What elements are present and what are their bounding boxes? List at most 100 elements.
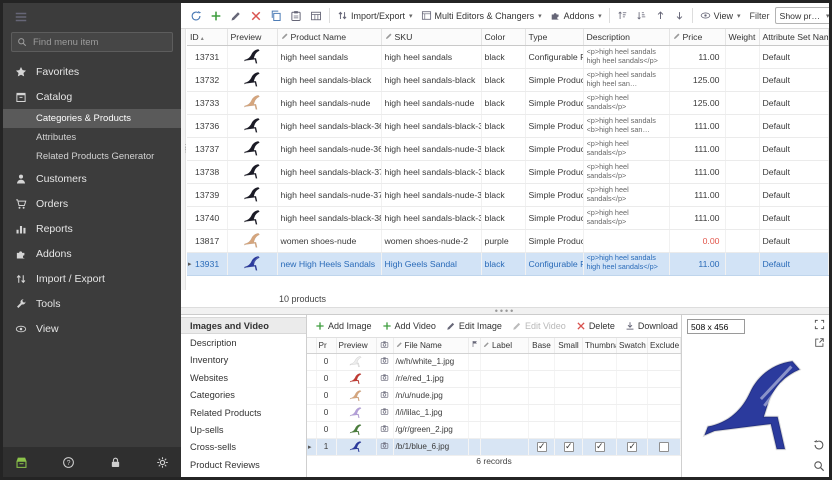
small-checkbox[interactable] (564, 442, 574, 452)
product-row-13738[interactable]: 13738high heel sandals-black-37high heel… (187, 160, 829, 183)
add-product-button[interactable] (207, 8, 225, 24)
copy-product-button[interactable] (267, 8, 285, 24)
column-header-preview[interactable]: Preview (336, 338, 376, 353)
product-row-13732[interactable]: 13732high heel sandals-blackhigh heel sa… (187, 68, 829, 91)
swatch-checkbox[interactable] (627, 442, 637, 452)
column-header-id[interactable]: ID▴ (187, 29, 227, 45)
store-icon[interactable] (15, 456, 28, 469)
product-row-13740[interactable]: 13740high heel sandals-black-38high heel… (187, 206, 829, 229)
move-down-button[interactable] (671, 8, 688, 23)
download-image-button[interactable]: Download Image (625, 321, 681, 331)
column-header-product-name[interactable]: Product Name (277, 29, 381, 45)
column-header-label[interactable]: Label (481, 338, 529, 353)
cell-type: Configurable Product (525, 45, 583, 68)
delete-button[interactable]: Delete (576, 321, 615, 331)
hamburger-menu-icon[interactable] (14, 10, 28, 24)
sort-desc-button[interactable] (633, 8, 650, 23)
sidebar-item-related-products-generator[interactable]: Related Products Generator (3, 147, 181, 166)
column-header-weight[interactable]: Weight (725, 29, 759, 45)
tab-websites[interactable]: Websites (181, 369, 306, 386)
sidebar-item-view[interactable]: View (3, 316, 181, 341)
product-row-13737[interactable]: 13737high heel sandals-nude-36high heel … (187, 137, 829, 160)
rotate-icon[interactable] (813, 439, 825, 451)
image-row-w-h-white-1-jpg[interactable]: 0/w/h/white_1.jpg (307, 353, 681, 370)
refresh-button[interactable] (187, 8, 205, 24)
column-header-attribute-set-name[interactable]: Attribute Set Name (759, 29, 829, 45)
panel-splitter[interactable]: •••• (181, 307, 829, 315)
column-header-small[interactable]: Small (555, 338, 583, 353)
columns-button[interactable] (307, 8, 325, 24)
tab-categories[interactable]: Categories (181, 387, 306, 404)
fullscreen-icon[interactable] (814, 319, 825, 330)
sidebar-item-catalog[interactable]: Catalog (3, 84, 181, 109)
sidebar-item-tools[interactable]: Tools (3, 291, 181, 316)
tab-related-products[interactable]: Related Products (181, 404, 306, 421)
column-header-base[interactable]: Base (529, 338, 555, 353)
sidebar-item-categories-products[interactable]: Categories & Products (3, 109, 181, 128)
sidebar-item-addons[interactable]: Addons (3, 241, 181, 266)
help-icon[interactable]: ? (62, 456, 75, 469)
image-row-l-i-lilac-1-jpg[interactable]: 0/l/i/lilac_1.jpg (307, 404, 681, 421)
product-row-13931[interactable]: ▸13931new High Heels SandalsHigh Geels S… (187, 252, 829, 275)
delete-product-button[interactable] (247, 8, 265, 24)
product-row-13739[interactable]: 13739high heel sandals-nude-37high heel … (187, 183, 829, 206)
tab-inventory[interactable]: Inventory (181, 352, 306, 369)
sidebar-item-attributes[interactable]: Attributes (3, 128, 181, 147)
add-image-button[interactable]: Add Image (315, 321, 372, 331)
tab-up-sells[interactable]: Up-sells (181, 421, 306, 438)
column-header-type[interactable]: Type (525, 29, 583, 45)
menu-addons[interactable]: Addons▾ (547, 8, 605, 23)
sort-asc-button[interactable] (614, 8, 631, 23)
sidebar-splitter[interactable]: ⋮⋮ (181, 29, 186, 290)
menu-search-input[interactable] (31, 36, 167, 49)
column-header-sku[interactable]: SKU (381, 29, 481, 45)
sidebar-item-customers[interactable]: Customers (3, 166, 181, 191)
product-row-13736[interactable]: 13736high heel sandals-black-36high heel… (187, 114, 829, 137)
tab-description[interactable]: Description (181, 334, 306, 351)
menu-view[interactable]: View▾ (697, 8, 744, 23)
tab-images-and-video[interactable]: Images and Video (181, 317, 306, 334)
open-external-icon[interactable] (814, 337, 825, 348)
column-header-exclude[interactable]: Exclude (648, 338, 681, 353)
gear-icon[interactable] (156, 456, 169, 469)
menu-search[interactable] (11, 32, 173, 52)
edit-image-button[interactable]: Edit Image (446, 321, 502, 331)
image-row-b-1-blue-6-jpg[interactable]: ▸1/b/1/blue_6.jpg (307, 438, 681, 455)
sidebar-item-orders[interactable]: Orders (3, 191, 181, 216)
lock-icon[interactable] (109, 456, 122, 469)
sidebar-item-favorites[interactable]: Favorites (3, 59, 181, 84)
exclude-checkbox[interactable] (659, 442, 669, 452)
thumb-checkbox[interactable] (595, 442, 605, 452)
image-row-n-u-nude-jpg[interactable]: 0/n/u/nude.jpg (307, 387, 681, 404)
shoe-image (243, 253, 262, 272)
move-up-button[interactable] (652, 8, 669, 23)
image-row-g-r-green-2-jpg[interactable]: 0/g/r/green_2.jpg (307, 421, 681, 438)
column-header-thumbnail[interactable]: Thumbna (583, 338, 617, 353)
product-row-13731[interactable]: 13731high heel sandalshigh heel sandalsb… (187, 45, 829, 68)
menu-import-export[interactable]: Import/Export▾ (334, 8, 416, 23)
column-header-file-name[interactable]: File Name (393, 338, 469, 353)
column-header-color[interactable]: Color (481, 29, 525, 45)
product-row-13817[interactable]: 13817women shoes-nudewomen shoes-nude-2p… (187, 229, 829, 252)
paste-product-button[interactable] (287, 8, 305, 24)
resize-dimensions-input[interactable] (687, 319, 745, 334)
column-header-preview[interactable]: Preview (227, 29, 277, 45)
tab-product-reviews[interactable]: Product Reviews (181, 456, 306, 473)
menu-multi-editors-changers[interactable]: Multi Editors & Changers▾ (418, 8, 545, 23)
product-row-13733[interactable]: 13733high heel sandals-nudehigh heel san… (187, 91, 829, 114)
edit-product-button[interactable] (227, 8, 245, 24)
add-video-button[interactable]: Add Video (382, 321, 436, 331)
sidebar-item-reports[interactable]: Reports (3, 216, 181, 241)
column-header-swatch[interactable]: Swatch (617, 338, 648, 353)
sidebar-item-import-export[interactable]: Import / Export (3, 266, 181, 291)
multi-edit-icon (421, 10, 432, 21)
base-checkbox[interactable] (537, 442, 547, 452)
column-header-price[interactable]: Price (669, 29, 725, 45)
category-filter-select[interactable]: Show products from selected categories▾ (775, 7, 829, 24)
edit-video-button[interactable]: Edit Video (512, 321, 566, 331)
image-row-r-e-red-1-jpg[interactable]: 0/r/e/red_1.jpg (307, 370, 681, 387)
tab-cross-sells[interactable]: Cross-sells (181, 439, 306, 456)
zoom-icon[interactable] (813, 460, 825, 472)
column-header-description[interactable]: Description (583, 29, 669, 45)
column-header-position[interactable]: Pr (316, 338, 336, 353)
